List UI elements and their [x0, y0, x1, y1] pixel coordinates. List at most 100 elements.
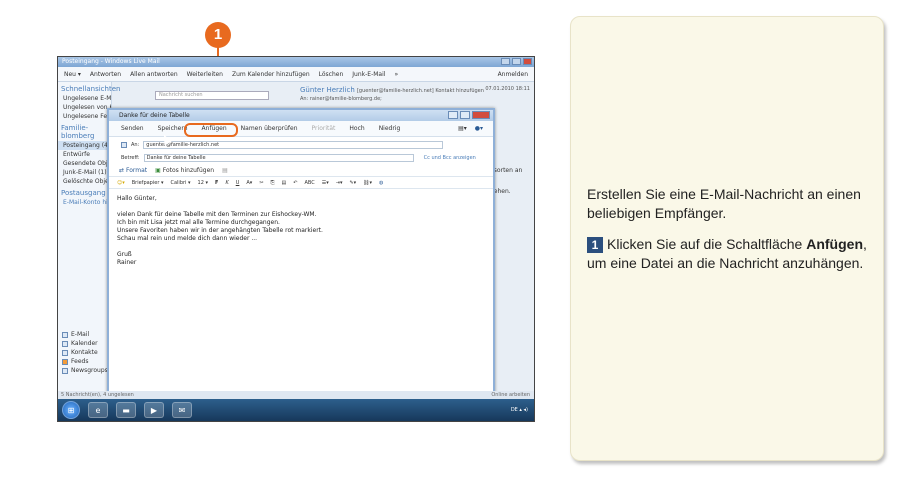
send-button[interactable]: Senden: [121, 125, 144, 132]
list-icon[interactable]: ☰▾: [322, 180, 329, 186]
stationery-select[interactable]: Briefpapier ▾: [132, 180, 164, 186]
nav-label: Newsgroups: [71, 367, 108, 374]
bold-icon[interactable]: F: [215, 180, 218, 186]
step-bold: Anfügen: [806, 236, 863, 252]
compose-maximize-button[interactable]: [460, 111, 470, 119]
folder-item-inbox[interactable]: Posteingang (4): [58, 141, 111, 150]
highlight-icon[interactable]: ✎▾: [349, 180, 356, 186]
priority-high-button[interactable]: Hoch: [349, 125, 364, 132]
toolbar-reply[interactable]: Antworten: [90, 71, 121, 78]
check-names-button[interactable]: Namen überprüfen: [241, 125, 298, 132]
newsgroups-icon: [62, 367, 68, 374]
sender-detail: [guenter@familie-herzlich.net] Kontakt h…: [356, 88, 484, 94]
media-taskbar-button[interactable]: ▶: [144, 402, 164, 418]
address-book-icon[interactable]: [121, 141, 127, 148]
quick-views-heading: Schnellansichten: [61, 85, 121, 93]
toolbar-reply-all[interactable]: Allen antworten: [130, 71, 178, 78]
cc-bcc-link[interactable]: Cc und Bcc anzeigen: [424, 155, 476, 161]
cut-icon[interactable]: ✂: [259, 180, 263, 186]
nav-newsgroups[interactable]: Newsgroups: [58, 366, 112, 375]
folder-item[interactable]: Ungelesen von Kontakten: [58, 103, 111, 112]
step-number: 1: [587, 237, 603, 253]
mail-taskbar-button[interactable]: ✉: [172, 402, 192, 418]
mail-icon: [62, 331, 68, 338]
toolbar-more[interactable]: »: [394, 71, 398, 78]
toolbar-junk[interactable]: Junk-E-Mail: [352, 71, 385, 78]
emoticon-icon[interactable]: ☺▾: [117, 180, 125, 186]
feeds-icon: [62, 358, 68, 365]
folder-item[interactable]: Ungelesene E-Mails (4): [58, 94, 111, 103]
toolbar-forward[interactable]: Weiterleiten: [187, 71, 223, 78]
format-icon: ⇄: [119, 167, 125, 174]
media-player-icon: ▶: [150, 405, 158, 415]
toolbar-new[interactable]: Neu ▾: [64, 71, 81, 78]
window-titlebar: Posteingang - Windows Live Mail: [58, 57, 534, 67]
priority-low-button[interactable]: Niedrig: [379, 125, 401, 132]
calendar-icon: [62, 340, 68, 347]
add-photos-button[interactable]: ▣ Fotos hinzufügen: [155, 167, 214, 174]
add-account-link[interactable]: E-Mail-Konto hinzufügen: [58, 198, 111, 207]
start-button[interactable]: ⊞: [62, 401, 80, 419]
ie-taskbar-button[interactable]: e: [88, 402, 108, 418]
to-label: An:: [131, 141, 140, 148]
message-body[interactable]: Hallo Günter, vielen Dank für deine Tabe…: [109, 189, 493, 273]
priority-label: Priorität: [311, 125, 336, 132]
help-icon[interactable]: ●▾: [475, 125, 483, 132]
minimize-button[interactable]: [501, 58, 510, 65]
underline-icon[interactable]: U: [236, 180, 240, 186]
format-button[interactable]: ⇄ Format: [119, 167, 147, 174]
compose-minimize-button[interactable]: [448, 111, 458, 119]
subject-field[interactable]: Danke für deine Tabelle: [143, 153, 414, 162]
body-line: Ich bin mit Lisa jetzt mal alle Termine …: [117, 219, 280, 226]
online-status[interactable]: Online arbeiten: [491, 391, 530, 399]
compose-title: Danke für deine Tabelle: [119, 112, 190, 119]
explorer-taskbar-button[interactable]: ▬: [116, 402, 136, 418]
font-select[interactable]: Calibri ▾: [170, 180, 190, 186]
nav-links: E-Mail Kalender Kontakte Feeds Newsgroup…: [58, 330, 112, 375]
maximize-button[interactable]: [512, 58, 521, 65]
to-field[interactable]: guenter@familie-herzlich.net: [143, 140, 444, 149]
insert-row: ⇄ Format ▣ Fotos hinzufügen ▤: [109, 165, 493, 177]
nav-contacts[interactable]: Kontakte: [58, 348, 112, 357]
link-icon[interactable]: ⛓▾: [363, 180, 372, 186]
toolbar-delete[interactable]: Löschen: [319, 71, 344, 78]
account-heading: Familie-blomberg: [61, 124, 95, 140]
indent-icon[interactable]: ⇥▾: [336, 180, 343, 186]
layout-icon[interactable]: ▤: [222, 167, 228, 174]
compose-window: Danke für deine Tabelle Senden Speichern…: [107, 108, 495, 398]
search-input[interactable]: Nachricht suchen: [155, 91, 269, 100]
body-line: Rainer: [117, 259, 137, 266]
callout-badge: 1: [205, 22, 231, 48]
undo-icon[interactable]: ↶: [293, 180, 297, 186]
body-line: [117, 243, 485, 251]
window-title: Posteingang - Windows Live Mail: [62, 58, 160, 65]
folder-item[interactable]: Entwürfe: [58, 150, 111, 159]
nav-feeds[interactable]: Feeds: [58, 357, 112, 366]
body-line: [117, 203, 485, 211]
paste-icon[interactable]: ▤: [282, 180, 287, 186]
folder-item[interactable]: Gelöschte Objekte: [58, 177, 111, 186]
folder-item[interactable]: Gesendete Objekte: [58, 159, 111, 168]
intro-text: Erstellen Sie eine E-Mail-Nachricht an e…: [587, 186, 861, 221]
photo-icon: ▣: [155, 167, 161, 174]
nav-calendar[interactable]: Kalender: [58, 339, 112, 348]
instruction-text: Erstellen Sie eine E-Mail-Nachricht an e…: [587, 185, 867, 285]
toolbar-add-calendar[interactable]: Zum Kalender hinzufügen: [232, 71, 310, 78]
font-color-icon[interactable]: A▾: [246, 180, 252, 186]
photos-label: Fotos hinzufügen: [162, 167, 215, 174]
options-icon[interactable]: ▤▾: [458, 125, 467, 132]
close-button[interactable]: [523, 58, 532, 65]
globe-icon[interactable]: ◍: [379, 180, 383, 186]
font-size-select[interactable]: 12 ▾: [198, 180, 208, 186]
copy-icon[interactable]: ⎘: [271, 180, 275, 186]
body-line: vielen Dank für deine Tabelle mit den Te…: [117, 211, 317, 218]
toolbar-signin[interactable]: Anmelden: [498, 71, 528, 78]
compose-close-button[interactable]: [472, 111, 490, 119]
spellcheck-icon[interactable]: ABC: [304, 180, 314, 186]
folder-item[interactable]: Junk-E-Mail (1): [58, 168, 111, 177]
italic-icon[interactable]: K: [225, 180, 228, 186]
nav-mail[interactable]: E-Mail: [58, 330, 112, 339]
outbox-heading[interactable]: Postausgang: [58, 186, 111, 198]
folder-item[interactable]: Ungelesene Feeds: [58, 112, 111, 121]
subject-label: Betreff:: [121, 154, 140, 161]
